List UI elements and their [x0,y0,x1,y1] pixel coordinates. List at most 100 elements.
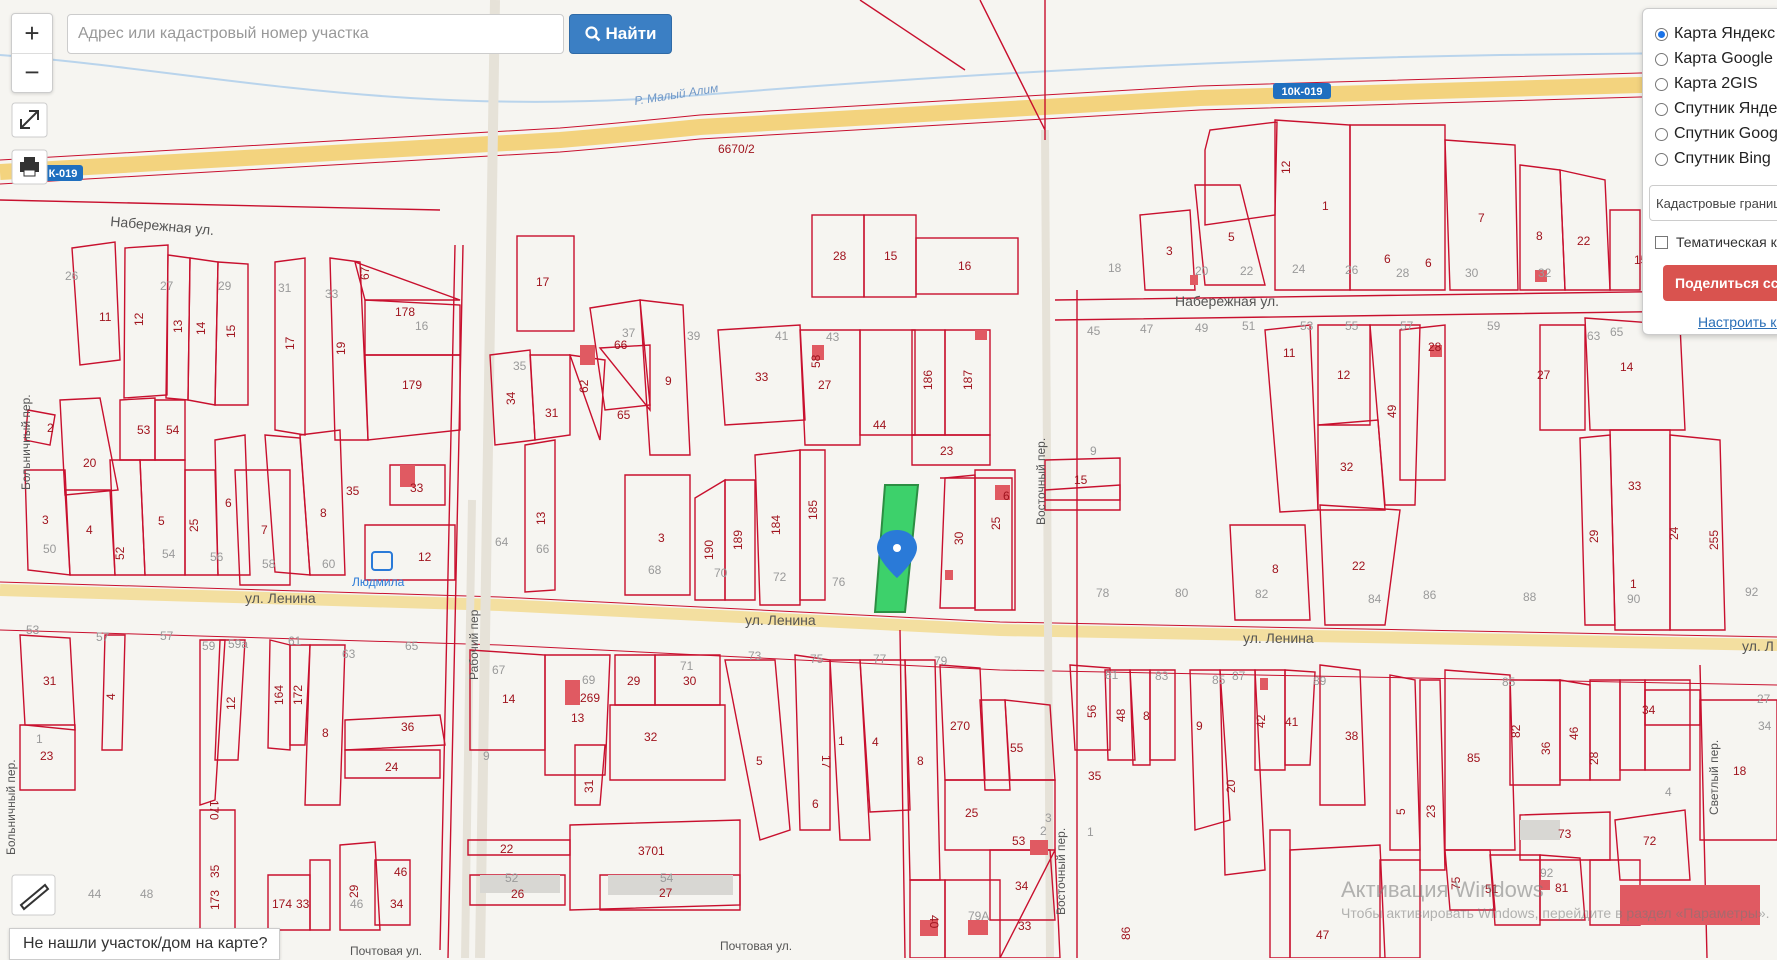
svg-text:34: 34 [390,897,404,911]
svg-text:К-019: К-019 [49,168,78,180]
svg-text:12: 12 [418,550,432,564]
configure-map-link[interactable]: Настроить карту [1698,314,1777,330]
svg-text:12: 12 [1337,368,1351,382]
svg-text:170: 170 [207,800,221,820]
svg-text:86: 86 [1119,926,1133,940]
svg-text:54: 54 [162,547,176,561]
layer-option-google-map[interactable]: Карта Google [1655,50,1773,68]
svg-text:10К-019: 10К-019 [1282,86,1323,98]
svg-text:31: 31 [545,406,559,420]
svg-text:57: 57 [1400,319,1414,333]
svg-text:56: 56 [210,550,224,564]
svg-text:189: 189 [731,530,745,550]
svg-text:53: 53 [26,623,40,637]
svg-text:12: 12 [224,696,238,710]
svg-text:73: 73 [748,649,762,663]
street-svetly: Светлый пер. [1707,740,1721,815]
svg-text:57: 57 [160,629,174,643]
svg-text:20: 20 [83,456,97,470]
svg-text:51: 51 [1242,319,1256,333]
svg-text:8: 8 [1272,562,1279,576]
svg-text:28: 28 [1587,751,1601,765]
svg-text:7: 7 [1478,211,1485,225]
ruler-button[interactable] [11,874,56,916]
layer-option-2gis-map[interactable]: Карта 2GIS [1655,75,1758,93]
svg-text:87: 87 [1232,669,1246,683]
svg-text:6: 6 [1003,489,1010,503]
svg-text:32: 32 [1538,266,1552,280]
print-button[interactable] [11,149,48,185]
not-found-button[interactable]: Не нашли участок/дом на карте? [9,928,280,960]
svg-text:88: 88 [1523,590,1537,604]
parcels [0,0,1777,958]
layer-option-yandex-map[interactable]: Карта Яндекс [1655,25,1775,43]
svg-text:47: 47 [1140,322,1154,336]
svg-text:53: 53 [137,423,151,437]
svg-text:54: 54 [166,423,180,437]
svg-text:71: 71 [680,659,694,673]
thematic-map-toggle[interactable]: Тематическая карта [1655,234,1777,250]
svg-text:18: 18 [1733,764,1747,778]
svg-text:90: 90 [1627,592,1641,606]
street-vostochny-1: Восточный пер. [1034,438,1048,525]
svg-text:82: 82 [1255,587,1269,601]
svg-text:29: 29 [347,884,361,898]
street-pochtovaya-2: Почтовая ул. [720,939,792,953]
layer-option-google-satellite[interactable]: Спутник Google [1655,125,1777,143]
svg-text:4: 4 [872,735,879,749]
search-input[interactable] [67,14,564,54]
svg-text:9: 9 [483,749,490,763]
svg-text:1: 1 [36,732,43,746]
svg-text:53: 53 [1012,834,1026,848]
svg-text:86: 86 [1423,588,1437,602]
svg-text:53: 53 [1300,319,1314,333]
svg-text:39: 39 [687,329,701,343]
street-lenina-3: ул. Ленина [1243,630,1314,646]
zoom-in-button[interactable]: + [12,15,52,54]
zoom-out-button[interactable]: − [12,54,52,92]
street-rabochy: Рабочий пер [467,609,481,680]
svg-text:164: 164 [272,685,286,705]
svg-text:35: 35 [1088,769,1102,783]
svg-text:4: 4 [104,693,118,700]
radio-icon [1655,152,1668,166]
radio-icon [1655,52,1668,66]
fullscreen-button[interactable] [11,102,48,138]
svg-text:57: 57 [96,630,110,644]
svg-text:184: 184 [769,515,783,535]
svg-text:14: 14 [502,692,516,706]
svg-text:30: 30 [683,674,697,688]
layer-option-yandex-satellite[interactable]: Спутник Яндекс [1655,100,1777,118]
layer-option-bing-satellite[interactable]: Спутник Bing [1655,150,1771,168]
svg-text:54: 54 [660,871,674,885]
street-naberezhnaya-right: Набережная ул. [1175,293,1279,309]
svg-text:52: 52 [113,546,127,560]
street-lenina-4: ул. Л [1742,638,1774,654]
svg-text:55: 55 [1010,741,1024,755]
cadastral-layer-select[interactable]: Кадастровые границы [1649,185,1777,221]
road-number: 6670/2 [718,142,755,156]
svg-text:46: 46 [394,865,408,879]
shop-icon[interactable] [371,551,393,571]
svg-text:50: 50 [43,542,57,556]
cadastral-map[interactable]: Р. Малый Алим 6670/2 10К-019 К-019 Набер… [0,0,1777,958]
svg-text:66: 66 [536,542,550,556]
svg-text:179: 179 [402,378,422,392]
svg-text:34: 34 [1758,719,1772,733]
radio-icon [1655,77,1668,91]
svg-text:45: 45 [1087,324,1101,338]
share-button[interactable]: Поделиться ссылкой [1663,265,1777,301]
svg-text:15: 15 [1074,473,1088,487]
svg-text:187: 187 [961,370,975,390]
svg-text:13: 13 [171,319,185,333]
svg-text:6: 6 [225,496,232,510]
svg-text:75: 75 [810,652,824,666]
svg-text:190: 190 [702,540,716,560]
find-button[interactable]: Найти [569,14,672,54]
svg-text:13: 13 [571,711,585,725]
street-bolnichny-1: Больничный пер. [19,394,33,490]
svg-text:46: 46 [1567,726,1581,740]
svg-text:27: 27 [659,886,673,900]
svg-text:67: 67 [492,663,506,677]
svg-text:33: 33 [755,370,769,384]
